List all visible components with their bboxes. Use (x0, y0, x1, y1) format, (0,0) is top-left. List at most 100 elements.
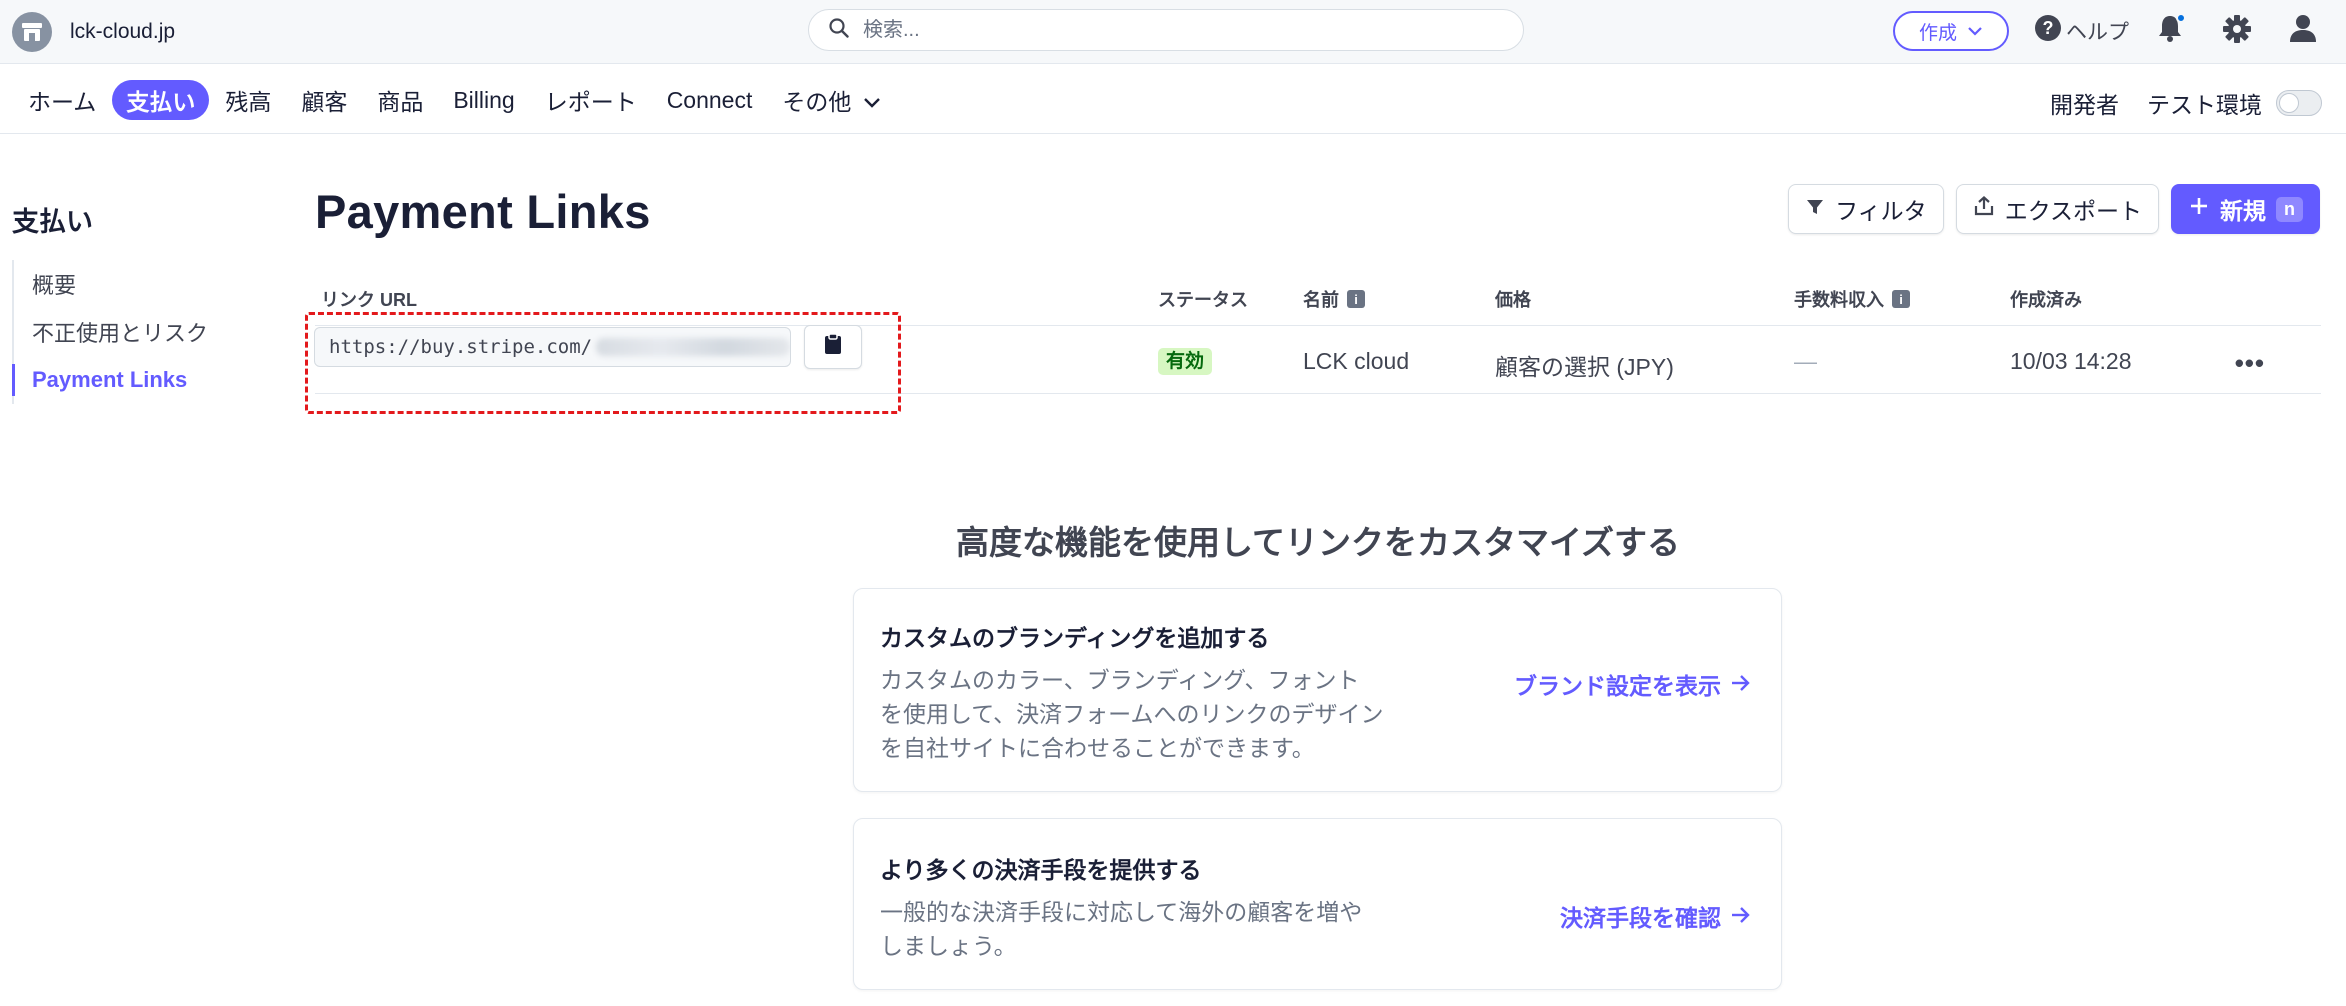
nav-balances[interactable]: 残高 (211, 80, 285, 120)
page-actions: フィルタ エクスポート 新規 n (1788, 184, 2320, 234)
filter-label: フィルタ (1835, 198, 1927, 224)
status-badge: 有効 (1158, 348, 1213, 375)
column-header-name-label: 名前 (1303, 290, 1339, 310)
developers-link[interactable]: 開発者 (2050, 86, 2119, 120)
test-mode-control: テスト環境 (2147, 86, 2322, 120)
view-payment-methods-link[interactable]: 決済手段を確認 (1560, 899, 1751, 933)
branding-card: カスタムのブランディングを追加する カスタムのカラー、ブランディング、フォント … (853, 588, 1782, 792)
nav-billing[interactable]: Billing (439, 80, 528, 120)
nav-items: ホーム 支払い 残高 顧客 商品 Billing レポート Connect その… (14, 80, 895, 120)
column-header-fee[interactable]: 手数料収入 i (1794, 286, 1910, 312)
chevron-down-icon (1967, 20, 1983, 42)
link-url-field[interactable]: https://buy.stripe.com/ (314, 327, 791, 367)
svg-text:?: ? (2043, 18, 2054, 38)
view-branding-link-label: ブランド設定を表示 (1514, 673, 1721, 699)
column-header-url-label: リンク URL (321, 290, 417, 310)
help-button[interactable]: ? ヘルプ (2034, 14, 2129, 48)
payment-methods-card: より多くの決済手段を提供する 一般的な決済手段に対応して海外の顧客を増や しまし… (853, 818, 1782, 990)
card-text-line: しましょう。 (880, 933, 1017, 959)
create-button-label: 作成 (1918, 22, 1957, 44)
nav-products[interactable]: 商品 (363, 80, 437, 120)
name-cell: LCK cloud (1303, 348, 1410, 374)
nav-payments[interactable]: 支払い (112, 80, 210, 120)
column-header-price-label: 価格 (1495, 290, 1531, 310)
create-button[interactable]: 作成 (1893, 11, 2009, 51)
nav-customers[interactable]: 顧客 (287, 80, 361, 120)
settings-button[interactable] (2222, 14, 2252, 49)
column-header-url[interactable]: リンク URL (321, 286, 417, 312)
chevron-down-icon (863, 87, 881, 114)
page-title: Payment Links (315, 185, 651, 238)
info-icon[interactable]: i (1892, 290, 1910, 308)
highlighted-url-cell: https://buy.stripe.com/ (305, 312, 901, 414)
payment-methods-card-title: より多くの決済手段を提供する (880, 857, 1202, 883)
plus-icon (2188, 195, 2210, 223)
notifications-button[interactable] (2156, 13, 2186, 45)
created-cell: 10/03 14:28 (2010, 348, 2132, 374)
link-url-text: https://buy.stripe.com/ (329, 336, 593, 358)
nav-reports[interactable]: レポート (531, 80, 651, 120)
main-nav: ホーム 支払い 残高 顧客 商品 Billing レポート Connect その… (0, 64, 2346, 134)
column-header-created-label: 作成済み (2010, 290, 2082, 310)
new-link-button[interactable]: 新規 n (2171, 184, 2320, 234)
card-text-line: を自社サイトに合わせることができます。 (880, 735, 1315, 761)
more-icon[interactable]: ••• (2235, 348, 2265, 379)
payment-links-table: リンク URL ステータス 名前 i 価格 手数料収入 i 作成済み https… (305, 276, 2321, 414)
copy-url-button[interactable] (804, 325, 862, 369)
sidebar-item-overview[interactable]: 概要 (14, 260, 208, 308)
info-icon[interactable]: i (1347, 290, 1365, 308)
status-cell: 有効 (1158, 346, 1213, 375)
view-payment-methods-link-label: 決済手段を確認 (1560, 905, 1721, 931)
store-icon (12, 12, 52, 52)
nav-connect[interactable]: Connect (653, 80, 767, 120)
account-name: lck-cloud.jp (70, 20, 176, 43)
card-text-line: を使用して、決済フォームへのリンクのデザイン (880, 701, 1384, 727)
profile-button[interactable] (2288, 13, 2318, 48)
column-header-price[interactable]: 価格 (1495, 286, 1531, 312)
new-link-label: 新規 (2220, 198, 2266, 224)
help-icon: ? (2034, 14, 2062, 48)
arrow-right-icon (1731, 671, 1751, 698)
arrow-right-icon (1731, 903, 1751, 930)
search-icon (829, 17, 849, 43)
sidebar-item-fraud-risk[interactable]: 不正使用とリスク (14, 308, 208, 356)
price-cell: 顧客の選択 (JPY) (1495, 354, 1674, 380)
toggle-knob (2279, 93, 2299, 113)
customize-section-title: 高度な機能を使用してリンクをカスタマイズする (955, 524, 1681, 561)
branding-card-title: カスタムのブランディングを追加する (880, 625, 1270, 651)
view-branding-link[interactable]: ブランド設定を表示 (1514, 667, 1751, 701)
notification-dot (2176, 13, 2186, 23)
table-row[interactable]: https://buy.stripe.com/ 有効 LCK cloud 顧客の… (305, 312, 2321, 414)
account-switcher[interactable]: lck-cloud.jp (12, 12, 175, 52)
redacted-url-part (596, 338, 790, 356)
shortcut-badge: n (2276, 196, 2303, 222)
filter-button[interactable]: フィルタ (1788, 184, 1944, 234)
fee-cell: — (1794, 348, 1817, 374)
branding-card-text: カスタムのカラー、ブランディング、フォント を使用して、決済フォームへのリンクの… (880, 663, 1400, 765)
top-bar: lck-cloud.jp 作成 ? ヘルプ (0, 0, 2346, 64)
nav-home[interactable]: ホーム (14, 80, 110, 120)
user-icon (2288, 15, 2318, 47)
gear-icon (2222, 15, 2252, 48)
card-text-line: 一般的な決済手段に対応して海外の顧客を増や (880, 899, 1363, 925)
column-header-status[interactable]: ステータス (1158, 286, 1248, 312)
sidebar-nav: 概要 不正使用とリスク Payment Links (11, 260, 208, 404)
nav-more[interactable]: その他 (768, 80, 895, 120)
clipboard-icon (824, 333, 842, 361)
search-bar[interactable] (808, 9, 1524, 51)
card-text-line: カスタムのカラー、ブランディング、フォント (880, 667, 1360, 693)
column-header-created[interactable]: 作成済み (2010, 286, 2082, 312)
test-mode-label: テスト環境 (2147, 92, 2262, 118)
column-header-name[interactable]: 名前 i (1303, 286, 1365, 312)
sidebar-title: 支払い (12, 207, 93, 237)
nav-right: 開発者 テスト環境 (2050, 86, 2322, 120)
help-label: ヘルプ (2066, 21, 2129, 44)
column-header-status-label: ステータス (1158, 290, 1248, 310)
search-input[interactable] (863, 18, 1463, 42)
payment-methods-card-text: 一般的な決済手段に対応して海外の顧客を増や しましょう。 (880, 895, 1400, 963)
sidebar-item-payment-links[interactable]: Payment Links (11, 356, 208, 404)
export-icon (1973, 195, 1995, 223)
filter-icon (1805, 196, 1825, 223)
export-button[interactable]: エクスポート (1955, 184, 2159, 234)
test-mode-toggle[interactable] (2276, 90, 2322, 116)
